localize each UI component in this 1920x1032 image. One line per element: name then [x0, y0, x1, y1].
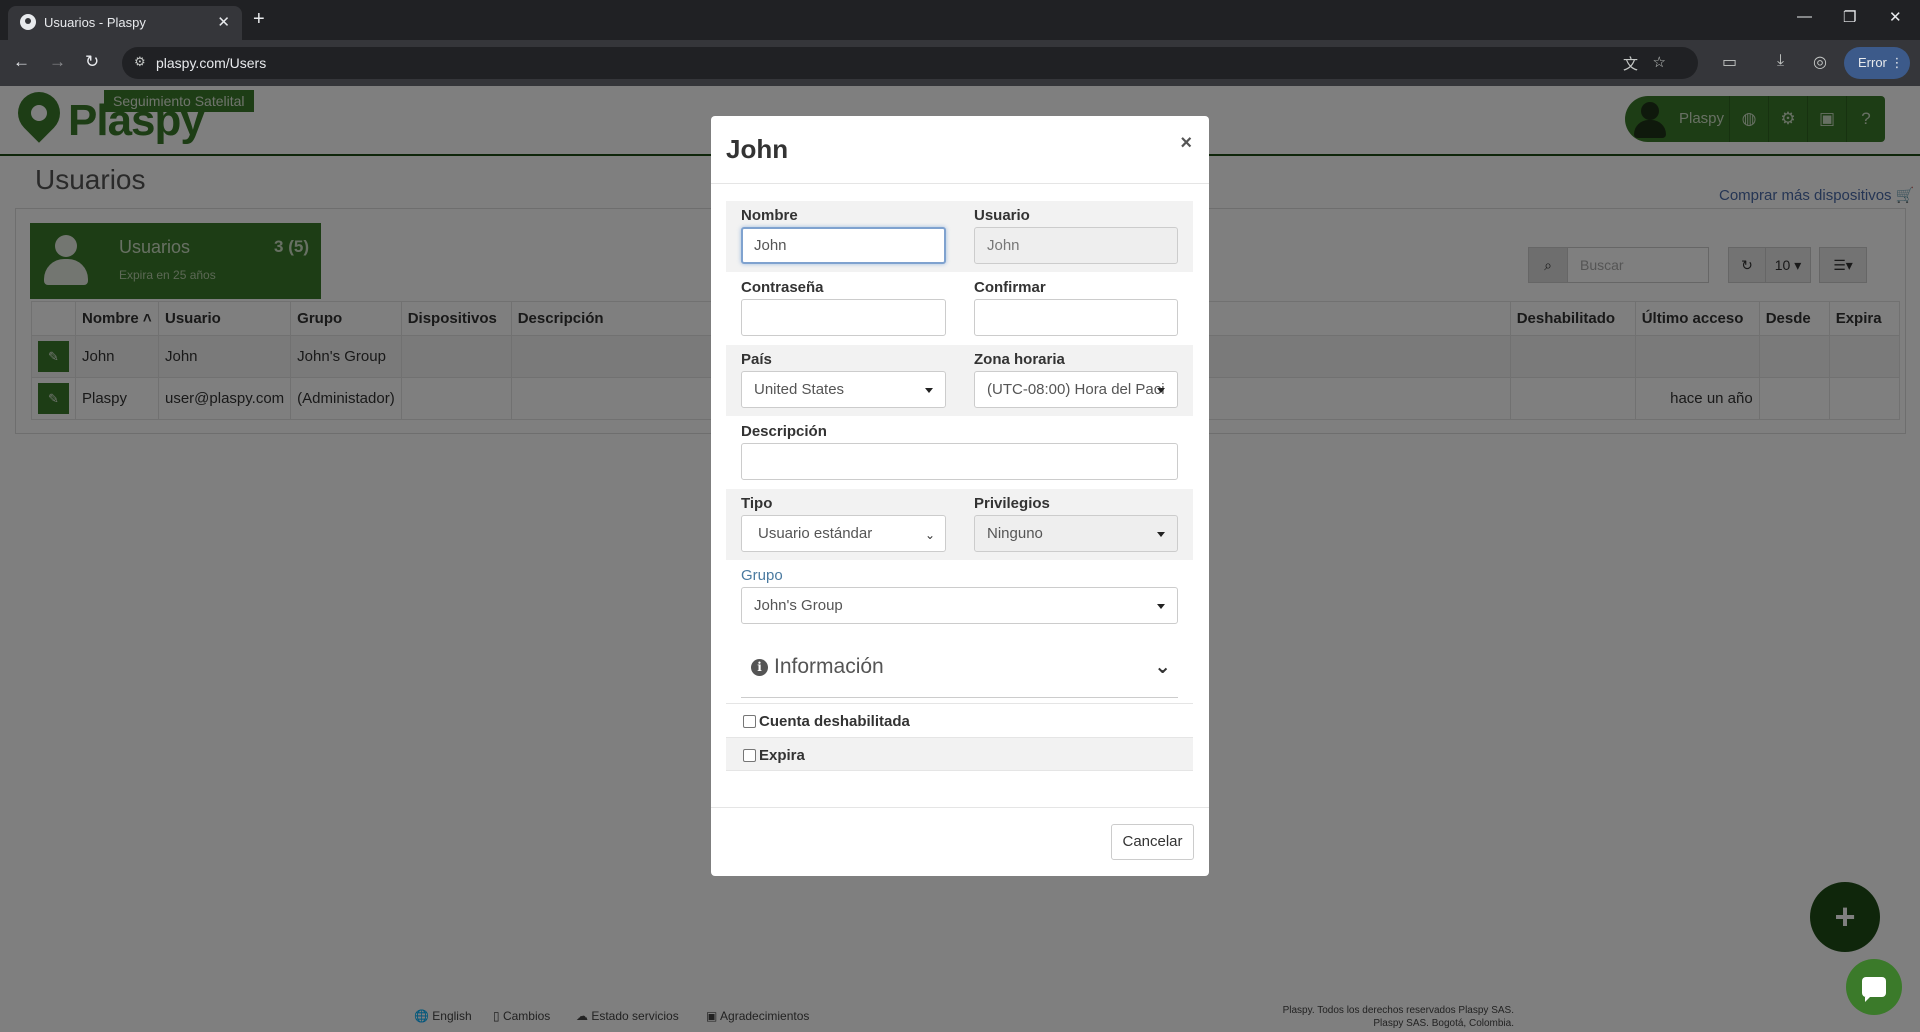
modal-title: John [726, 134, 789, 164]
browser-tab[interactable]: Usuarios - Plaspy ✕ [8, 6, 242, 40]
privileges-select[interactable]: Ninguno [974, 515, 1178, 552]
form-row-type: Tipo Usuario estándar ⌄ Privilegios Ningu… [726, 489, 1193, 560]
profile-icon[interactable]: ◎ [1813, 52, 1827, 72]
confirmar-label: Confirmar [974, 279, 1046, 296]
info-section-toggle[interactable]: i Información ⌄ [726, 634, 1193, 698]
usuario-input: John [974, 227, 1178, 264]
chevron-down-icon: ⌄ [1154, 656, 1171, 678]
caret-down-icon [1157, 532, 1165, 537]
expires-label: Expira [759, 747, 805, 764]
disabled-account-checkbox[interactable] [743, 715, 756, 728]
translate-icon[interactable]: 文 [1623, 53, 1638, 74]
error-label: Error [1858, 55, 1887, 70]
address-bar[interactable]: ⚙ plaspy.com/Users 文 ☆ [122, 47, 1698, 79]
tab-title: Usuarios - Plaspy [44, 15, 146, 30]
zona-label: Zona horaria [974, 351, 1065, 368]
disabled-account-label: Cuenta deshabilitada [759, 713, 910, 730]
usuario-label: Usuario [974, 207, 1030, 224]
password-input[interactable] [741, 299, 946, 336]
contrasena-label: Contraseña [741, 279, 824, 296]
new-tab-icon[interactable]: + [253, 8, 265, 31]
form-row-name: Nombre John Usuario John [726, 201, 1193, 272]
minimize-icon[interactable]: — [1797, 8, 1812, 25]
url-text: plaspy.com/Users [156, 55, 267, 71]
info-icon: i [751, 659, 768, 676]
group-select[interactable]: John's Group [741, 587, 1178, 624]
country-value: United States [754, 381, 845, 398]
chevron-down-icon: ⌄ [924, 528, 935, 542]
close-icon[interactable]: × [1180, 132, 1192, 155]
window-close-icon[interactable]: ✕ [1889, 8, 1902, 26]
back-icon[interactable]: ← [13, 52, 30, 72]
expires-row: Expira [726, 737, 1193, 771]
edit-user-modal: John × Nombre John Usuario John Contrase… [711, 116, 1209, 876]
error-button[interactable]: Error ⋮ [1844, 47, 1910, 79]
restore-icon[interactable]: ❐ [1843, 8, 1856, 26]
cast-icon[interactable]: ▭ [1722, 52, 1737, 72]
cancel-button[interactable]: Cancelar [1111, 824, 1194, 860]
grupo-label-link[interactable]: Grupo [741, 567, 783, 584]
pais-label: País [741, 351, 772, 368]
info-section-label: Información [774, 655, 884, 678]
modal-footer: Cancelar [711, 807, 1209, 876]
caret-down-icon [1157, 604, 1165, 609]
expires-checkbox[interactable] [743, 749, 756, 762]
nombre-input[interactable]: John [741, 227, 946, 264]
caret-down-icon [1157, 388, 1165, 393]
site-settings-icon[interactable]: ⚙ [134, 54, 146, 70]
tab-close-icon[interactable]: ✕ [217, 13, 230, 31]
browser-toolbar: ← → ↻ ⚙ plaspy.com/Users 文 ☆ ▭ ⤓ ◎ Error… [0, 40, 1920, 86]
group-value: John's Group [754, 597, 843, 614]
form-row-country: País United States Zona horaria (UTC-08:… [726, 345, 1193, 416]
timezone-select[interactable]: (UTC-08:00) Hora del Paci [974, 371, 1178, 408]
form-row-password: Contraseña Confirmar [726, 273, 1193, 344]
bookmark-star-icon[interactable]: ☆ [1653, 53, 1666, 71]
modal-header: John × [711, 116, 1209, 184]
tipo-label: Tipo [741, 495, 773, 512]
confirm-password-input[interactable] [974, 299, 1178, 336]
descripcion-label: Descripción [741, 423, 827, 440]
description-input[interactable] [741, 443, 1178, 480]
country-select[interactable]: United States [741, 371, 946, 408]
form-row-group: Grupo John's Group [726, 561, 1193, 632]
nombre-label: Nombre [741, 207, 798, 224]
type-select[interactable]: Usuario estándar ⌄ [741, 515, 946, 552]
caret-down-icon [925, 388, 933, 393]
chat-icon [1862, 977, 1886, 1002]
browser-tabbar: Usuarios - Plaspy ✕ + — ❐ ✕ [0, 0, 1920, 40]
chat-button[interactable] [1846, 959, 1902, 1015]
disabled-account-row: Cuenta deshabilitada [726, 703, 1193, 737]
form-row-description: Descripción [726, 417, 1193, 488]
privilegios-label: Privilegios [974, 495, 1050, 512]
type-value: Usuario estándar [758, 525, 873, 542]
privileges-value: Ninguno [987, 525, 1043, 542]
forward-icon[interactable]: → [49, 52, 66, 72]
timezone-value: (UTC-08:00) Hora del Paci [987, 381, 1165, 398]
reload-icon[interactable]: ↻ [85, 52, 99, 72]
favicon-icon [20, 14, 36, 30]
download-icon[interactable]: ⤓ [1777, 52, 1784, 70]
